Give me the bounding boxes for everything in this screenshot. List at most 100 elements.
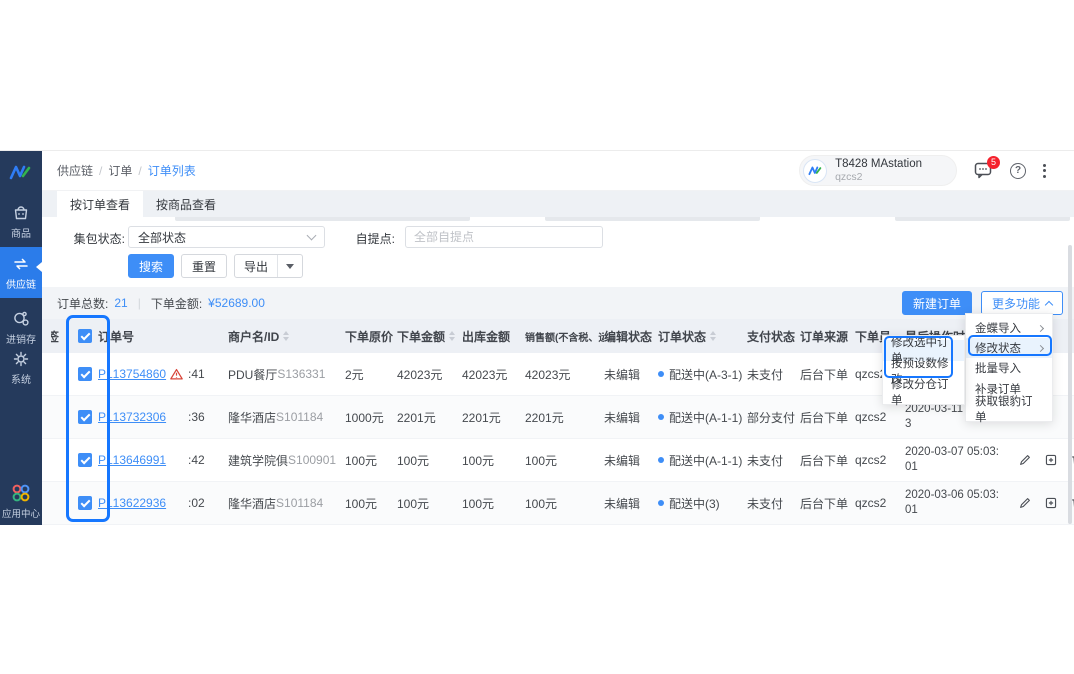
row-checkbox[interactable] <box>78 496 92 510</box>
app-center-icon <box>10 482 32 504</box>
sort-icon[interactable] <box>449 331 455 341</box>
tab-by-order[interactable]: 按订单查看 <box>57 191 143 217</box>
header-pay-status[interactable]: 支付状态 <box>747 328 800 345</box>
sidebar-item-products[interactable]: 商品 <box>0 203 42 240</box>
breadcrumb-current: 订单列表 <box>148 162 196 179</box>
copy-plus-icon[interactable] <box>1044 453 1058 467</box>
sales-cell: 42023元 <box>525 366 604 383</box>
package-status-label: 集包状态: <box>42 230 125 247</box>
header-out-amount[interactable]: 出库金额 <box>462 328 525 345</box>
header-sales[interactable]: 销售额(不含税、运) <box>525 329 604 344</box>
brand-logo[interactable] <box>0 157 42 187</box>
submenu-item-modify-split-warehouse[interactable]: 修改分仓订单 <box>883 381 964 402</box>
source-cell: 后台下单 <box>800 409 855 426</box>
help-button[interactable]: ? <box>1010 163 1026 179</box>
status-dot <box>658 457 664 463</box>
sidebar-item-system[interactable]: 系统 <box>0 349 42 386</box>
user-menu[interactable]: T8428 MAstation qzcs2 <box>799 155 957 186</box>
order-link[interactable]: PL13754860 <box>98 367 166 381</box>
merchant-cell: 隆华酒店S101184 <box>228 495 345 512</box>
merchant-id: S101184 <box>276 410 323 424</box>
more-options-kebab[interactable] <box>1043 164 1046 178</box>
menu-item-modify-status[interactable]: 修改状态 <box>966 338 1052 358</box>
notifications-button[interactable]: 5 <box>974 162 993 179</box>
order-status-cell: 配送中(A-1-1) <box>658 409 747 426</box>
header-order-no[interactable]: 订单号 <box>98 328 184 345</box>
tab-by-product[interactable]: 按商品查看 <box>143 191 229 217</box>
export-button[interactable]: 导出 <box>235 255 277 277</box>
new-order-button[interactable]: 新建订单 <box>902 291 972 315</box>
order-amount-value: ¥52689.00 <box>208 296 265 310</box>
actions-cell <box>1008 496 1074 510</box>
source-cell: 后台下单 <box>800 452 855 469</box>
order-link[interactable]: PL13732306 <box>98 410 166 424</box>
menu-item-kingdee-import[interactable]: 金蝶导入 <box>966 318 1052 338</box>
vertical-scrollbar[interactable] <box>1068 245 1072 524</box>
package-status-select[interactable]: 全部状态 <box>128 226 325 248</box>
active-item-notch <box>36 262 42 272</box>
merchant-name: 隆华酒店 <box>228 409 276 426</box>
order-amount-label: 下单金额: <box>151 295 202 312</box>
row-checkbox[interactable] <box>78 453 92 467</box>
table-row[interactable]: PL13622936 :02 隆华酒店S101184 100元 100元 100… <box>42 482 1074 525</box>
pickup-point-input[interactable] <box>405 226 603 248</box>
copy-plus-icon[interactable] <box>1044 496 1058 510</box>
sidebar-item-label: 商品 <box>11 229 31 240</box>
sidebar-item-label: 系统 <box>11 375 31 386</box>
order-link[interactable]: PL13646991 <box>98 453 166 467</box>
merchant-name: 建筑学院俱 <box>228 452 288 469</box>
sort-icon[interactable] <box>710 331 716 341</box>
pay-status-cell: 未支付 <box>747 495 800 512</box>
breadcrumb-item[interactable]: 供应链 <box>57 162 93 179</box>
edit-icon[interactable] <box>1018 496 1032 510</box>
edit-icon[interactable] <box>1018 453 1032 467</box>
menu-item-batch-import[interactable]: 批量导入 <box>966 358 1052 378</box>
share-nodes-icon <box>11 309 31 329</box>
table-row[interactable]: PL13646991 :42 建筑学院俱S100901 100元 100元 10… <box>42 439 1074 482</box>
clipped-filter-remnant <box>545 217 760 221</box>
merchant-cell: PDU餐厅S136331 <box>228 366 345 383</box>
header-source[interactable]: 订单来源 <box>800 328 855 345</box>
select-all-checkbox[interactable] <box>78 329 92 343</box>
header-edit-status[interactable]: 编辑状态 <box>604 328 658 345</box>
bag-icon <box>11 203 31 223</box>
more-functions-label: 更多功能 <box>992 295 1040 312</box>
tab-label: 按商品查看 <box>156 196 216 213</box>
header-orig-price[interactable]: 下单原价 <box>345 328 397 345</box>
row-checkbox[interactable] <box>78 367 92 381</box>
order-no-cell: PL13754860 <box>98 367 184 381</box>
edit-status-cell: 未编辑 <box>604 409 658 426</box>
header-order-status[interactable]: 订单状态 <box>658 328 747 345</box>
clipped-filter-remnant <box>895 217 1070 221</box>
sidebar-item-inventory[interactable]: 进销存 <box>0 309 42 346</box>
avatar-logo-icon <box>808 165 823 176</box>
operator-cell: qzcs2 <box>855 496 905 510</box>
order-status-cell: 配送中(A-3-1) <box>658 366 747 383</box>
sidebar-item-app-center[interactable]: 应用中心 <box>0 482 42 520</box>
status-dot <box>658 500 664 506</box>
sidebar-item-supply-chain[interactable]: 供应链 <box>0 247 42 298</box>
breadcrumb-item[interactable]: 订单 <box>108 162 132 179</box>
submenu-arrow-icon <box>1037 325 1044 332</box>
row-checkbox[interactable] <box>78 410 92 424</box>
order-link[interactable]: PL13622936 <box>98 496 166 510</box>
status-dot <box>658 414 664 420</box>
select-all-checkbox-cell <box>62 329 98 343</box>
sales-cell: 2201元 <box>525 409 604 426</box>
export-dropdown-button[interactable] <box>277 255 302 277</box>
view-tabs: 按订单查看 按商品查看 <box>42 191 1074 217</box>
pickup-point-label: 自提点: <box>330 230 395 247</box>
more-functions-menu: 金蝶导入 修改状态 批量导入 补录订单 获取银豹订单 <box>965 313 1053 422</box>
header-amount[interactable]: 下单金额 <box>397 328 462 345</box>
more-functions-button[interactable]: 更多功能 <box>981 291 1063 315</box>
order-status-cell: 配送中(A-1-1) <box>658 452 747 469</box>
actions-cell <box>1008 453 1074 467</box>
avatar <box>803 159 827 183</box>
header-merchant[interactable]: 商户名/ID <box>228 328 345 345</box>
menu-item-fetch-yinbao-orders[interactable]: 获取银豹订单 <box>966 399 1052 419</box>
sort-icon[interactable] <box>283 331 289 341</box>
reset-button[interactable]: 重置 <box>181 254 227 278</box>
out-amount-cell: 2201元 <box>462 409 525 426</box>
order-total-label: 订单总数: <box>57 295 108 312</box>
search-button[interactable]: 搜索 <box>128 254 174 278</box>
